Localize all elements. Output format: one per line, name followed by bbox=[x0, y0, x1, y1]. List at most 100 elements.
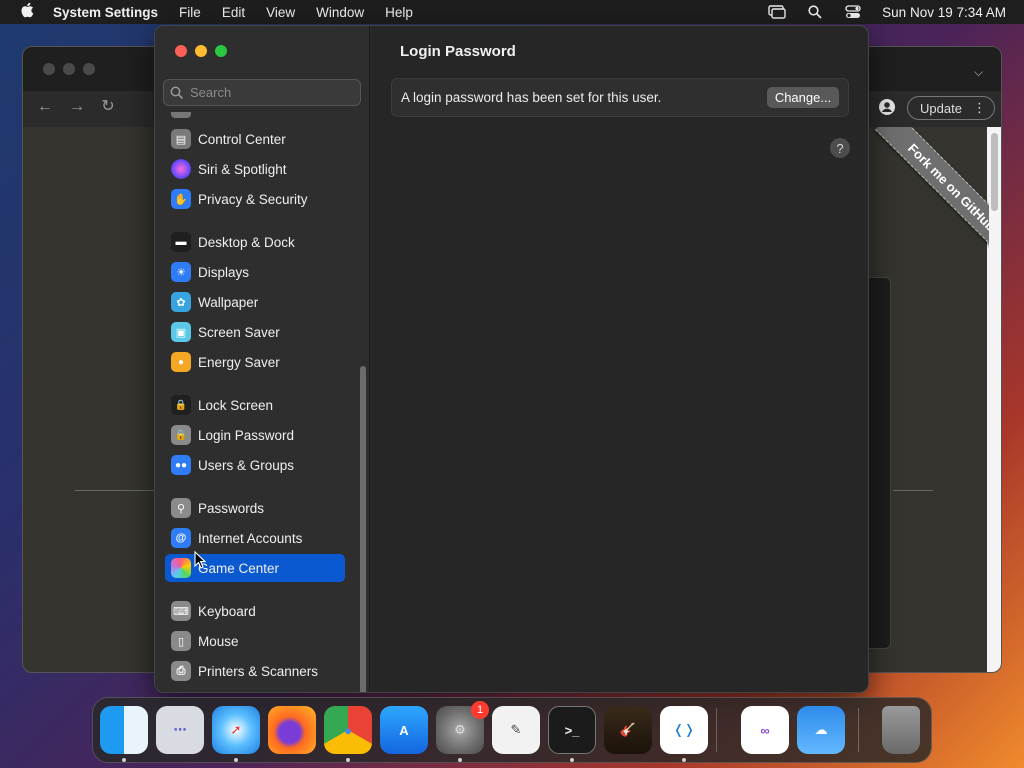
sidebar-item-printers-scanners[interactable]: ⎙ Printers & Scanners bbox=[165, 657, 345, 685]
running-indicator bbox=[122, 758, 126, 762]
browser-close-button[interactable] bbox=[43, 63, 55, 75]
mouse-icon: ▯ bbox=[171, 631, 191, 651]
sidebar-item-siri-spotlight[interactable]: Siri & Spotlight bbox=[165, 155, 345, 183]
profile-icon[interactable] bbox=[879, 99, 895, 115]
app-store-icon[interactable]: A bbox=[380, 706, 428, 754]
sidebar-item-desktop-dock[interactable]: ▬ Desktop & Dock bbox=[165, 228, 345, 256]
sun-icon: ☀ bbox=[171, 262, 191, 282]
sidebar-item-energy-saver[interactable]: ● Energy Saver bbox=[165, 348, 345, 376]
reload-icon[interactable]: ↻ bbox=[98, 97, 118, 117]
menu-help[interactable]: Help bbox=[385, 5, 413, 20]
vscode-icon[interactable]: ❬❭ bbox=[660, 706, 708, 754]
running-indicator bbox=[346, 758, 350, 762]
menu-file[interactable]: File bbox=[179, 5, 201, 20]
siri-icon bbox=[171, 159, 191, 179]
finder-icon[interactable] bbox=[100, 706, 148, 754]
sidebar-item-label: Login Password bbox=[198, 427, 295, 443]
login-password-row: A login password has been set for this u… bbox=[391, 78, 849, 117]
control-center-icon[interactable] bbox=[844, 4, 862, 20]
key-icon: ⚲ bbox=[171, 498, 191, 518]
system-settings-icon[interactable]: ⚙ 1 bbox=[436, 701, 489, 754]
menu-view[interactable]: View bbox=[266, 5, 295, 20]
spotlight-search-icon[interactable] bbox=[806, 4, 824, 20]
notification-badge: 1 bbox=[471, 701, 489, 719]
sidebar-item-displays[interactable]: ☀ Displays bbox=[165, 258, 345, 286]
screen-saver-icon: ▣ bbox=[171, 322, 191, 342]
sidebar-item-label: Wallpaper bbox=[198, 294, 259, 310]
sidebar-item-label: Lock Screen bbox=[198, 397, 274, 413]
sidebar-item-passwords[interactable]: ⚲ Passwords bbox=[165, 494, 345, 522]
sidebar-item-login-password[interactable]: 🔒 Login Password bbox=[165, 421, 345, 449]
weather-icon[interactable]: ☁ bbox=[797, 706, 845, 754]
back-arrow-icon[interactable]: ← bbox=[35, 97, 55, 117]
update-label: Update bbox=[920, 100, 962, 116]
browser-minimize-button[interactable] bbox=[63, 63, 75, 75]
window-close-button[interactable] bbox=[175, 45, 187, 57]
sidebar-item-label: Printers & Scanners bbox=[198, 663, 319, 679]
launchpad-icon[interactable]: ⋯ bbox=[156, 706, 204, 754]
page-divider bbox=[893, 490, 933, 491]
sidebar-item-label: Displays bbox=[198, 264, 250, 280]
sidebar-item-users-groups[interactable]: ●● Users & Groups bbox=[165, 451, 345, 479]
flower-icon: ✿ bbox=[171, 292, 191, 312]
search-input[interactable] bbox=[190, 85, 350, 100]
search-field[interactable] bbox=[163, 79, 361, 106]
help-button[interactable]: ? bbox=[830, 138, 850, 158]
keyboard-icon: ⌨ bbox=[171, 601, 191, 621]
forward-arrow-icon[interactable]: → bbox=[67, 97, 87, 117]
safari-icon[interactable]: ➚ bbox=[212, 706, 260, 754]
sidebar-item-label: Internet Accounts bbox=[198, 530, 303, 546]
lock-icon: 🔒 bbox=[171, 395, 191, 415]
sidebar-item-screen-saver[interactable]: ▣ Screen Saver bbox=[165, 318, 345, 346]
browser-scrollbar-thumb[interactable] bbox=[991, 133, 998, 211]
firefox-icon[interactable] bbox=[268, 706, 316, 754]
sidebar-item-control-center[interactable]: ▤ Control Center bbox=[165, 125, 345, 153]
sidebar-item-wallpaper[interactable]: ✿ Wallpaper bbox=[165, 288, 345, 316]
menu-window[interactable]: Window bbox=[316, 5, 364, 20]
sidebar-item-keyboard[interactable]: ⌨ Keyboard bbox=[165, 597, 345, 625]
tab-list-chevron-down-icon[interactable]: ⌵ bbox=[974, 65, 983, 80]
browser-zoom-button[interactable] bbox=[83, 63, 95, 75]
browser-menu-icon[interactable]: ⋮ bbox=[973, 100, 986, 116]
sidebar-item-label: Users & Groups bbox=[198, 457, 295, 473]
control-center-icon: ▤ bbox=[171, 129, 191, 149]
sidebar-item-label: Privacy & Security bbox=[198, 191, 308, 207]
sidebar-item-label: Mouse bbox=[198, 633, 239, 649]
menu-bar-clock[interactable]: Sun Nov 19 7:34 AM bbox=[882, 5, 1006, 20]
change-password-button[interactable]: Change... bbox=[767, 87, 839, 108]
sidebar-item-label: Siri & Spotlight bbox=[198, 161, 287, 177]
sidebar-item-internet-accounts[interactable]: @ Internet Accounts bbox=[165, 524, 345, 552]
embedded-panel bbox=[869, 277, 891, 649]
running-indicator bbox=[234, 758, 238, 762]
trash-icon[interactable] bbox=[882, 706, 920, 754]
running-indicator bbox=[458, 758, 462, 762]
garageband-icon[interactable]: 🎸 bbox=[604, 706, 652, 754]
lock-icon: 🔒 bbox=[171, 425, 191, 445]
sidebar-scrollbar-thumb[interactable] bbox=[360, 366, 366, 692]
screen-mirroring-icon[interactable] bbox=[768, 4, 786, 20]
running-indicator bbox=[682, 758, 686, 762]
chrome-icon[interactable]: ● bbox=[324, 706, 372, 754]
sidebar-item-lock-screen[interactable]: 🔒 Lock Screen bbox=[165, 391, 345, 419]
app-name-menu[interactable]: System Settings bbox=[53, 5, 158, 20]
lightbulb-icon: ● bbox=[171, 352, 191, 372]
hand-icon: ✋ bbox=[171, 189, 191, 209]
sidebar-item-privacy-security[interactable]: ✋ Privacy & Security bbox=[165, 185, 345, 213]
visual-studio-icon[interactable]: ∞ bbox=[741, 706, 789, 754]
search-icon bbox=[170, 86, 184, 100]
browser-update-button[interactable]: Update ⋮ bbox=[907, 96, 995, 120]
menu-edit[interactable]: Edit bbox=[222, 5, 245, 20]
apple-logo-icon[interactable] bbox=[17, 2, 37, 22]
sidebar-item-game-center[interactable]: Game Center bbox=[165, 554, 345, 582]
dock-separator bbox=[716, 708, 717, 752]
dock: ⋯ ➚ ● A ⚙ 1 ✎ >_ 🎸 ❬❭ ∞ ☁ bbox=[92, 697, 932, 763]
terminal-icon[interactable]: >_ bbox=[548, 706, 596, 754]
github-ribbon[interactable]: Fork me on GitHub bbox=[871, 127, 989, 267]
textedit-icon[interactable]: ✎ bbox=[492, 706, 540, 754]
page-title: Login Password bbox=[400, 43, 516, 60]
sidebar-item-mouse[interactable]: ▯ Mouse bbox=[165, 627, 345, 655]
github-ribbon-text[interactable]: Fork me on GitHub bbox=[874, 127, 989, 265]
window-zoom-button[interactable] bbox=[215, 45, 227, 57]
window-minimize-button[interactable] bbox=[195, 45, 207, 57]
sidebar-item-label: Game Center bbox=[198, 560, 280, 576]
